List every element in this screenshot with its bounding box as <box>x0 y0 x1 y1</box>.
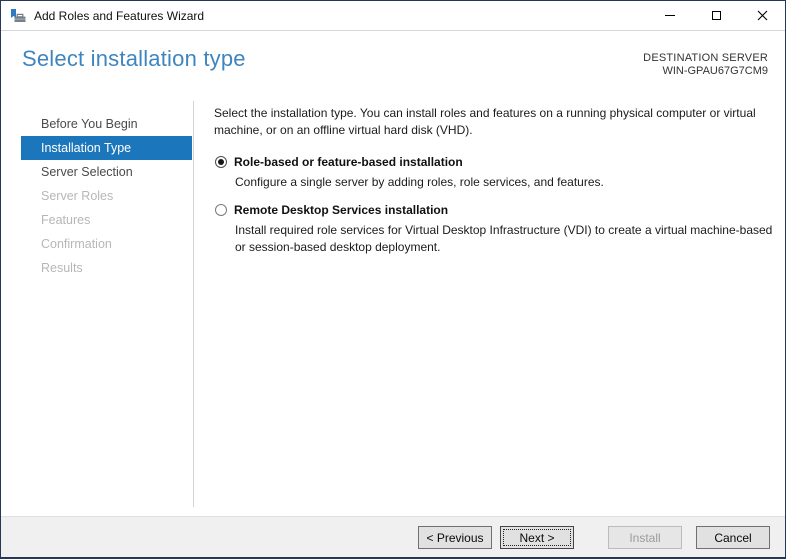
intro-line-2: machine, or on an offline virtual hard d… <box>214 123 473 137</box>
option-role-based: Role-based or feature-based installation… <box>214 154 604 191</box>
sidebar-item-server-roles: Server Roles <box>41 189 114 203</box>
option-remote-desktop-radio-row[interactable]: Remote Desktop Services installation <box>214 202 772 218</box>
sidebar-item-results: Results <box>41 261 83 275</box>
option-remote-desktop-label[interactable]: Remote Desktop Services installation <box>234 202 448 218</box>
add-roles-features-wizard-window: Add Roles and Features Wizard Select ins… <box>0 0 786 559</box>
sidebar-item-before-you-begin[interactable]: Before You Begin <box>21 112 192 136</box>
minimize-button[interactable] <box>647 1 693 30</box>
option-remote-desktop: Remote Desktop Services installation Ins… <box>214 202 772 256</box>
footer-bar: < Previous Next > Install Cancel <box>1 516 785 557</box>
destination-server-block: DESTINATION SERVER WIN-GPAU67G7CM9 <box>643 52 768 78</box>
destination-server-name: WIN-GPAU67G7CM9 <box>662 65 768 77</box>
minimize-icon <box>665 15 675 16</box>
radio-unselected-icon[interactable] <box>215 204 227 216</box>
close-icon <box>757 10 767 21</box>
close-button[interactable] <box>739 1 785 30</box>
cancel-button[interactable]: Cancel <box>696 526 770 549</box>
previous-button[interactable]: < Previous <box>418 526 492 549</box>
intro-text: Select the installation type. You can in… <box>214 105 756 139</box>
option-role-based-label[interactable]: Role-based or feature-based installation <box>234 154 463 170</box>
title-bar: Add Roles and Features Wizard <box>1 1 785 31</box>
next-button[interactable]: Next > <box>500 526 574 549</box>
option-remote-desktop-description-line-1: Install required role services for Virtu… <box>235 223 773 237</box>
sidebar-item-confirmation: Confirmation <box>41 237 112 251</box>
sidebar-item-server-selection[interactable]: Server Selection <box>21 160 192 184</box>
sidebar-item-installation-type[interactable]: Installation Type <box>21 136 192 160</box>
option-role-based-description-line: Configure a single server by adding role… <box>235 175 604 189</box>
option-role-based-radio-row[interactable]: Role-based or feature-based installation <box>214 154 604 170</box>
maximize-icon <box>711 11 721 20</box>
sidebar-item-features: Features <box>41 213 91 227</box>
window-controls <box>647 1 785 30</box>
option-remote-desktop-description: Install required role services for Virtu… <box>235 222 772 256</box>
server-manager-toolbox-icon <box>11 8 26 22</box>
maximize-button[interactable] <box>693 1 739 30</box>
option-remote-desktop-description-line-2: or session-based desktop deployment. <box>235 240 441 254</box>
option-role-based-description: Configure a single server by adding role… <box>235 174 604 191</box>
install-button: Install <box>608 526 682 549</box>
page-title: Select installation type <box>22 46 246 71</box>
sidebar-content-divider <box>193 101 194 507</box>
intro-line-1: Select the installation type. You can in… <box>214 106 756 120</box>
radio-selected-icon[interactable] <box>215 156 227 168</box>
destination-server-label: DESTINATION SERVER <box>643 52 768 64</box>
window-title: Add Roles and Features Wizard <box>34 8 205 23</box>
wizard-header: Select installation type DESTINATION SER… <box>1 32 785 101</box>
